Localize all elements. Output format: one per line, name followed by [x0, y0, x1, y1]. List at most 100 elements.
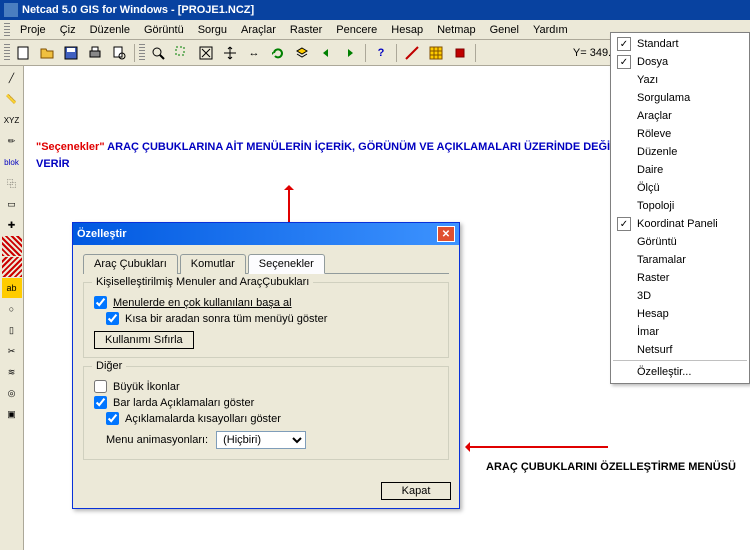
context-menu-item-raster[interactable]: Raster — [613, 269, 747, 287]
anim-label: Menu animasyonları: — [106, 434, 208, 446]
snap-tool-icon[interactable]: ≋ — [2, 362, 22, 382]
zoom-icon[interactable] — [147, 42, 169, 64]
context-menu-item-taramalar[interactable]: Taramalar — [613, 251, 747, 269]
context-menu-item-3d[interactable]: 3D — [613, 287, 747, 305]
chk-bar-tips-label: Bar larda Açıklamaları göster — [113, 397, 254, 409]
context-menu-item-label: Düzenle — [637, 146, 677, 158]
context-menu-item-label: İmar — [637, 326, 659, 338]
menu-araclar[interactable]: Araçlar — [235, 22, 282, 38]
pan-arrow-icon[interactable]: ↔ — [243, 42, 265, 64]
close-icon[interactable]: ✕ — [437, 226, 455, 242]
workspace: ╱ 📏 XYZ ✏ blok ⿻ ▭ ✚ ab ○ ▯ ✂ ≋ ◎ ▣ "Seç… — [0, 66, 750, 550]
circle-tool-icon[interactable]: ○ — [2, 299, 22, 319]
context-menu-item-label: Araçlar — [637, 110, 672, 122]
context-menu-item-i-mar[interactable]: İmar — [613, 323, 747, 341]
chk-full-menu[interactable] — [106, 312, 119, 325]
menu-yardim[interactable]: Yardım — [527, 22, 574, 38]
context-menu-item-netsurf[interactable]: Netsurf — [613, 341, 747, 361]
print-icon[interactable] — [84, 42, 106, 64]
menu-netmap[interactable]: Netmap — [431, 22, 482, 38]
hatch2-tool-icon[interactable] — [2, 257, 22, 277]
context-menu-item-sorgulama[interactable]: Sorgulama — [613, 89, 747, 107]
hatch1-tool-icon[interactable] — [2, 236, 22, 256]
cut-tool-icon[interactable]: ✂ — [2, 341, 22, 361]
box-tool-icon[interactable]: ▣ — [2, 404, 22, 424]
context-menu-item--zelle-tir-[interactable]: Özelleştir... — [613, 363, 747, 381]
context-menu-item-label: Hesap — [637, 308, 669, 320]
menu-ciz[interactable]: Çiz — [54, 22, 82, 38]
layers-icon[interactable] — [291, 42, 313, 64]
copy-tool-icon[interactable]: ⿻ — [2, 173, 22, 193]
context-menu-item-topoloji[interactable]: Topoloji — [613, 197, 747, 215]
rect-tool-icon[interactable]: ▭ — [2, 194, 22, 214]
select-tool-icon[interactable]: ▯ — [2, 320, 22, 340]
line-tool-icon[interactable]: ╱ — [2, 68, 22, 88]
tab-secenekler[interactable]: Seçenekler — [248, 254, 325, 274]
refresh-icon[interactable] — [267, 42, 289, 64]
back-icon[interactable] — [315, 42, 337, 64]
context-menu-item--l-[interactable]: Ölçü — [613, 179, 747, 197]
zoom-extents-icon[interactable] — [195, 42, 217, 64]
ring-tool-icon[interactable]: ◎ — [2, 383, 22, 403]
context-menu-item-r-leve[interactable]: Röleve — [613, 125, 747, 143]
tab-arac-cubuklari[interactable]: Araç Çubukları — [83, 254, 178, 274]
chk-big-icons-label: Büyük İkonlar — [113, 381, 180, 393]
edit-tool-icon[interactable]: ✏ — [2, 131, 22, 151]
pan-icon[interactable] — [219, 42, 241, 64]
dialog-title-text: Özelleştir — [77, 228, 127, 240]
measure-tool-icon[interactable]: 📏 — [2, 89, 22, 109]
menu-proje[interactable]: Proje — [14, 22, 52, 38]
block-tool-icon[interactable]: blok — [2, 152, 22, 172]
measure-icon[interactable] — [401, 42, 423, 64]
context-menu-item-hesap[interactable]: Hesap — [613, 305, 747, 323]
context-menu-item-daire[interactable]: Daire — [613, 161, 747, 179]
menu-pencere[interactable]: Pencere — [330, 22, 383, 38]
chk-most-used[interactable] — [94, 296, 107, 309]
forward-icon[interactable] — [339, 42, 361, 64]
anim-select[interactable]: (Hiçbiri) — [216, 431, 306, 449]
context-menu-item-label: Raster — [637, 272, 669, 284]
context-menu-item-yaz-[interactable]: Yazı — [613, 71, 747, 89]
help-icon[interactable]: ? — [370, 42, 392, 64]
preview-icon[interactable] — [108, 42, 130, 64]
new-file-icon[interactable] — [12, 42, 34, 64]
app-icon — [4, 3, 18, 17]
chk-bar-tips[interactable] — [94, 396, 107, 409]
object-icon[interactable] — [449, 42, 471, 64]
text-tool-icon[interactable]: ab — [2, 278, 22, 298]
menu-goruntu[interactable]: Görüntü — [138, 22, 190, 38]
dialog-close-button[interactable]: Kapat — [381, 482, 451, 500]
context-menu-item-label: 3D — [637, 290, 651, 302]
context-menu-item-d-zenle[interactable]: Düzenle — [613, 143, 747, 161]
tab-komutlar[interactable]: Komutlar — [180, 254, 246, 274]
reset-usage-button[interactable]: Kullanımı Sıfırla — [94, 331, 194, 349]
open-folder-icon[interactable] — [36, 42, 58, 64]
menu-sorgu[interactable]: Sorgu — [192, 22, 233, 38]
context-menu-item-dosya[interactable]: ✓Dosya — [613, 53, 747, 71]
menu-raster[interactable]: Raster — [284, 22, 328, 38]
group-other: Diğer Büyük İkonlar Bar larda Açıklamala… — [83, 366, 449, 460]
menu-hesap[interactable]: Hesap — [385, 22, 429, 38]
menu-duzenle[interactable]: Düzenle — [84, 22, 136, 38]
save-icon[interactable] — [60, 42, 82, 64]
dialog-titlebar[interactable]: Özelleştir ✕ — [73, 223, 459, 245]
context-menu-item-label: Dosya — [637, 56, 668, 68]
menu-genel[interactable]: Genel — [484, 22, 525, 38]
titlebar: Netcad 5.0 GIS for Windows - [PROJE1.NCZ… — [0, 0, 750, 20]
grid-icon[interactable] — [425, 42, 447, 64]
menubar-grip[interactable] — [4, 23, 10, 37]
toolbar-grip[interactable] — [4, 44, 10, 62]
context-menu-item-g-r-nt-[interactable]: Görüntü — [613, 233, 747, 251]
chk-big-icons[interactable] — [94, 380, 107, 393]
toolbar-grip-2[interactable] — [139, 44, 145, 62]
cross-tool-icon[interactable]: ✚ — [2, 215, 22, 235]
context-menu-item-label: Ölçü — [637, 182, 660, 194]
context-menu-item-standart[interactable]: ✓Standart — [613, 35, 747, 53]
zoom-window-icon[interactable] — [171, 42, 193, 64]
chk-shortcuts[interactable] — [106, 412, 119, 425]
context-menu-item-ara-lar[interactable]: Araçlar — [613, 107, 747, 125]
context-menu-item-koordinat-paneli[interactable]: ✓Koordinat Paneli — [613, 215, 747, 233]
context-menu-item-label: Özelleştir... — [637, 366, 691, 378]
xyz-tool-icon[interactable]: XYZ — [2, 110, 22, 130]
toolbar-separator-2 — [365, 44, 366, 62]
